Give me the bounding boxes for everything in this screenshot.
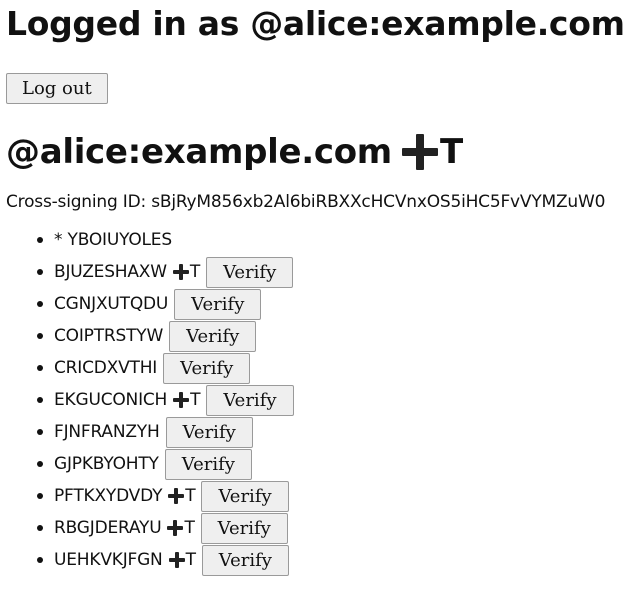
user-heading: @alice:example.com T — [6, 130, 619, 174]
verify-button[interactable]: Verify — [206, 256, 294, 288]
device-trust-badge: T — [167, 518, 195, 538]
cross-icon — [168, 488, 185, 504]
logout-button[interactable]: Log out — [6, 73, 108, 104]
user-trust-letter: T — [439, 132, 463, 172]
device-id: RBGJDERAYU — [54, 518, 162, 538]
device-trust-letter: T — [189, 262, 201, 282]
verify-button[interactable]: Verify — [163, 352, 251, 384]
device-id: PFTKXYDVDY — [54, 486, 163, 506]
device-id: UEHKVKJFGN — [54, 550, 163, 570]
device-id: BJUZESHAXW — [54, 262, 167, 282]
verify-button[interactable]: Verify — [164, 448, 252, 480]
cross-icon — [168, 552, 185, 568]
device-item: EKGUCONICH T Verify — [37, 384, 619, 416]
user-id: @alice:example.com — [6, 132, 392, 172]
device-item: PFTKXYDVDY T Verify — [37, 480, 619, 512]
bullet-icon — [37, 429, 43, 435]
device-item: COIPTRSTYW Verify — [37, 320, 619, 352]
verify-button[interactable]: Verify — [200, 512, 288, 544]
verify-button[interactable]: Verify — [206, 384, 294, 416]
verify-button[interactable]: Verify — [201, 480, 289, 512]
cross-icon — [401, 134, 438, 170]
device-id: GJPKBYOHTY — [54, 454, 159, 474]
bullet-icon — [37, 333, 43, 339]
bullet-icon — [37, 557, 43, 563]
bullet-icon — [37, 461, 43, 467]
page: Logged in as @alice:example.com Log out … — [0, 0, 625, 576]
bullet-icon — [37, 493, 43, 499]
device-item: UEHKVKJFGN T Verify — [37, 544, 619, 576]
device-trust-letter: T — [185, 486, 196, 506]
cross-icon — [167, 520, 184, 536]
verify-button[interactable]: Verify — [165, 416, 253, 448]
device-item: BJUZESHAXW T Verify — [37, 256, 619, 288]
verify-button[interactable]: Verify — [174, 288, 262, 320]
cross-signing-id: Cross-signing ID: sBjRyM856xb2Al6biRBXXc… — [6, 192, 606, 212]
logout-row: Log out — [6, 73, 619, 104]
bullet-icon — [37, 269, 43, 275]
device-trust-badge: T — [173, 390, 201, 410]
bullet-icon — [37, 301, 43, 307]
bullet-icon — [37, 397, 43, 403]
device-list: * YBOIUYOLES BJUZESHAXW T Verify CGNJXUTQDU… — [6, 230, 619, 576]
current-device-label: * YBOIUYOLES — [54, 230, 172, 250]
verify-button[interactable]: Verify — [169, 320, 257, 352]
device-trust-letter: T — [184, 518, 195, 538]
device-id: FJNFRANZYH — [54, 422, 160, 442]
device-id: CGNJXUTQDU — [54, 294, 169, 314]
verify-button[interactable]: Verify — [201, 544, 289, 576]
cross-icon — [172, 264, 189, 280]
bullet-icon — [37, 237, 43, 243]
device-trust-letter: T — [190, 390, 201, 410]
user-trust-badge: T — [401, 130, 463, 174]
device-id: CRICDXVTHI — [54, 358, 158, 378]
device-id: COIPTRSTYW — [54, 326, 164, 346]
device-item: RBGJDERAYU T Verify — [37, 512, 619, 544]
device-item: CGNJXUTQDU Verify — [37, 288, 619, 320]
bullet-icon — [37, 365, 43, 371]
device-item: GJPKBYOHTY Verify — [37, 448, 619, 480]
logged-in-heading: Logged in as @alice:example.com — [6, 4, 625, 43]
device-item: FJNFRANZYH Verify — [37, 416, 619, 448]
device-trust-letter: T — [185, 550, 196, 570]
cross-icon — [173, 392, 190, 408]
device-item: CRICDXVTHI Verify — [37, 352, 619, 384]
device-trust-badge: T — [168, 550, 196, 570]
bullet-icon — [37, 525, 43, 531]
device-id: EKGUCONICH — [54, 390, 168, 410]
device-trust-badge: T — [172, 262, 201, 282]
device-trust-badge: T — [168, 486, 196, 506]
current-device-item: * YBOIUYOLES — [37, 230, 619, 250]
